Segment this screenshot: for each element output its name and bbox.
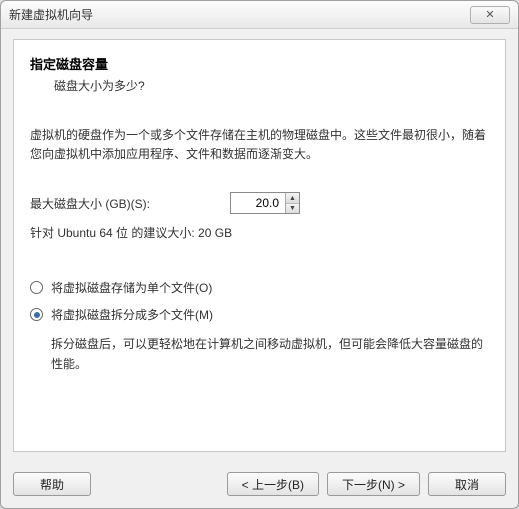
cancel-button[interactable]: 取消 <box>428 472 506 496</box>
spinner-buttons: ▲ ▼ <box>285 193 299 213</box>
window-title: 新建虚拟机向导 <box>9 6 470 23</box>
radio-single-label: 将虚拟磁盘存储为单个文件(O) <box>51 279 212 296</box>
recommended-size: 针对 Ubuntu 64 位 的建议大小: 20 GB <box>30 224 489 241</box>
help-button[interactable]: 帮助 <box>13 472 91 496</box>
page-title: 指定磁盘容量 <box>30 54 489 73</box>
wizard-window: 新建虚拟机向导 ✕ 指定磁盘容量 磁盘大小为多少? 虚拟机的硬盘作为一个或多个文… <box>0 0 519 509</box>
back-button[interactable]: < 上一步(B) <box>227 472 319 496</box>
button-bar: 帮助 < 上一步(B) 下一步(N) > 取消 <box>1 462 518 508</box>
next-button[interactable]: 下一步(N) > <box>327 472 420 496</box>
close-icon: ✕ <box>485 8 494 21</box>
radio-split-label: 将虚拟磁盘拆分成多个文件(M) <box>51 306 213 323</box>
titlebar: 新建虚拟机向导 ✕ <box>1 1 518 29</box>
radio-icon <box>30 308 43 321</box>
split-description: 拆分磁盘后，可以更轻松地在计算机之间移动虚拟机，但可能会降低大容量磁盘的性能。 <box>51 335 489 373</box>
radio-icon <box>30 281 43 294</box>
content-area: 指定磁盘容量 磁盘大小为多少? 虚拟机的硬盘作为一个或多个文件存储在主机的物理磁… <box>1 29 518 462</box>
disk-size-spinner[interactable]: ▲ ▼ <box>230 192 300 214</box>
page-subtitle: 磁盘大小为多少? <box>54 77 489 94</box>
close-button[interactable]: ✕ <box>470 6 510 24</box>
spinner-down-icon[interactable]: ▼ <box>286 204 299 214</box>
disk-size-input[interactable] <box>231 193 285 213</box>
disk-description: 虚拟机的硬盘作为一个或多个文件存储在主机的物理磁盘中。这些文件最初很小，随着您向… <box>30 126 489 164</box>
radio-split-files[interactable]: 将虚拟磁盘拆分成多个文件(M) <box>30 306 489 323</box>
spinner-up-icon[interactable]: ▲ <box>286 193 299 204</box>
disk-size-row: 最大磁盘大小 (GB)(S): ▲ ▼ <box>30 192 489 214</box>
wizard-panel: 指定磁盘容量 磁盘大小为多少? 虚拟机的硬盘作为一个或多个文件存储在主机的物理磁… <box>13 39 506 452</box>
radio-single-file[interactable]: 将虚拟磁盘存储为单个文件(O) <box>30 279 489 296</box>
disk-size-label: 最大磁盘大小 (GB)(S): <box>30 195 230 212</box>
